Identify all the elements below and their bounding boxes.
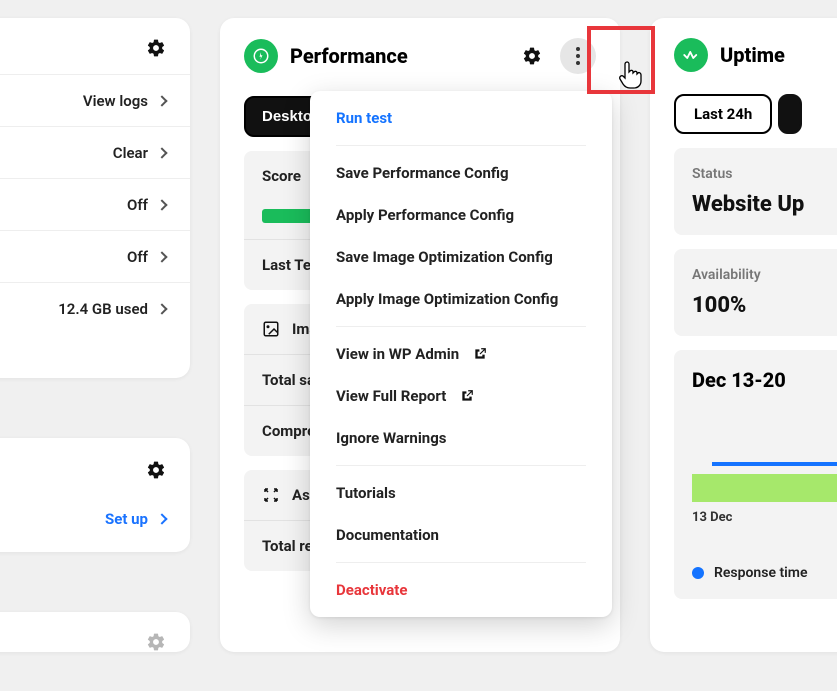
menu-label: Deactivate [336,581,407,599]
menu-label: View Full Report [336,387,446,405]
left-partial-card-3 [0,612,190,652]
chart-area [692,432,837,502]
menu-label: Save Performance Config [336,164,509,182]
status-value: Website Up [692,192,837,217]
availability-value: 100% [692,293,837,318]
menu-separator [336,562,586,563]
performance-more-menu: Run test Save Performance Config Apply P… [310,91,612,617]
menu-label: Apply Performance Config [336,206,514,224]
chevron-right-icon [156,251,167,262]
chart-xaxis-label: 13 Dec [692,510,837,525]
chart-legend: Response time [692,565,837,581]
menu-view-full-report[interactable]: View Full Report [310,375,612,417]
menu-run-test[interactable]: Run test [310,97,612,139]
performance-badge-icon [244,39,278,73]
setup-button[interactable]: Set up [0,492,190,552]
chart-uptime-bar [692,474,837,502]
menu-label: Ignore Warnings [336,429,446,447]
row-view-logs[interactable]: View logs [0,74,190,126]
gear-icon[interactable] [522,46,542,66]
left-partial-card: View logs Clear Off Off 12.4 GB used [0,18,190,378]
menu-separator [336,326,586,327]
row-label: View logs [83,92,148,110]
menu-tutorials[interactable]: Tutorials [310,472,612,514]
row-off-2[interactable]: Off [0,230,190,282]
menu-apply-perf-config[interactable]: Apply Performance Config [310,194,612,236]
menu-label: Documentation [336,526,439,544]
legend-dot-response [692,567,704,579]
menu-label: Apply Image Optimization Config [336,290,558,308]
availability-panel: Availability 100% [674,249,837,336]
external-link-icon [460,389,474,403]
row-clear[interactable]: Clear [0,126,190,178]
status-label: Status [692,166,837,182]
uptime-title: Uptime [720,43,837,67]
external-link-icon [473,347,487,361]
gear-icon[interactable] [146,460,166,480]
uptime-card: Uptime Last 24h Status Website Up Availa… [650,18,837,652]
row-label: 12.4 GB used [58,300,148,318]
chevron-right-icon [156,147,167,158]
range-label: Last 24h [694,105,752,123]
chevron-right-icon [156,95,167,106]
row-off-1[interactable]: Off [0,178,190,230]
menu-separator [336,145,586,146]
score-label: Score [262,167,301,185]
menu-ignore-warnings[interactable]: Ignore Warnings [310,417,612,459]
image-icon [262,320,280,338]
menu-label: Save Image Optimization Config [336,248,553,266]
menu-label: Tutorials [336,484,396,502]
row-label: Clear [113,144,148,162]
legend-label-response: Response time [714,565,808,581]
menu-save-perf-config[interactable]: Save Performance Config [310,152,612,194]
gear-icon[interactable] [146,632,166,652]
menu-label: View in WP Admin [336,345,459,363]
menu-label: Run test [336,109,392,127]
chevron-right-icon [156,303,167,314]
performance-card: Performance Desktop Score Last Test [220,18,620,652]
row-label: Off [127,196,148,214]
more-menu-button[interactable] [560,38,596,74]
uptime-badge-icon [674,38,708,72]
gear-icon[interactable] [146,38,166,58]
chart-title: Dec 13-20 [692,368,837,392]
menu-view-wp-admin[interactable]: View in WP Admin [310,333,612,375]
chevron-right-icon [156,513,167,524]
setup-label: Set up [105,510,148,528]
row-storage-used[interactable]: 12.4 GB used [0,282,190,334]
left-partial-card-2: lates Set up [0,438,190,552]
menu-apply-img-config[interactable]: Apply Image Optimization Config [310,278,612,320]
chart-response-line [712,462,837,466]
compress-icon [262,486,280,504]
availability-label: Availability [692,267,837,283]
menu-deactivate[interactable]: Deactivate [310,569,612,611]
range-button[interactable]: Last 24h [674,94,772,134]
chevron-right-icon [156,199,167,210]
performance-title: Performance [290,44,510,68]
menu-save-img-config[interactable]: Save Image Optimization Config [310,236,612,278]
menu-documentation[interactable]: Documentation [310,514,612,556]
range-next-button[interactable] [778,94,802,134]
menu-separator [336,465,586,466]
status-panel: Status Website Up [674,148,837,235]
uptime-chart-panel: Dec 13-20 13 Dec Response time [674,350,837,599]
dots-vertical-icon [576,47,580,65]
row-label: Off [127,248,148,266]
